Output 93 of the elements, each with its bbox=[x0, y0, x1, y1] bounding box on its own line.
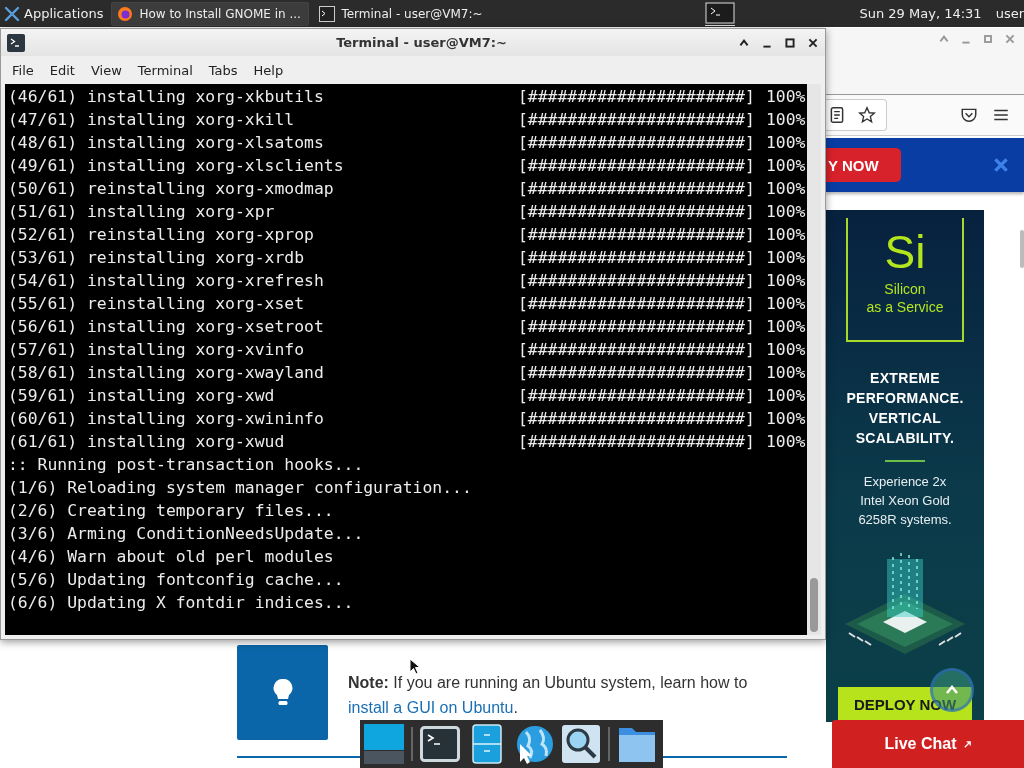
percent-text: 100% bbox=[766, 317, 806, 336]
progress-bar-text: [######################] bbox=[518, 409, 755, 428]
arrow-icon bbox=[962, 739, 972, 749]
output-line: (55/61) reinstalling xorg-xset bbox=[8, 294, 306, 313]
percent-text: 100% bbox=[766, 294, 806, 313]
deploy-now-button[interactable]: DEPLOY NOW bbox=[838, 687, 972, 721]
percent-text: 100% bbox=[766, 271, 806, 290]
percent-text: 100% bbox=[766, 409, 806, 428]
output-line: (54/61) installing xorg-xrefresh bbox=[8, 271, 325, 290]
reader-view-icon[interactable] bbox=[828, 106, 846, 124]
percent-text: 100% bbox=[766, 340, 806, 359]
progress-bar-text: [######################] bbox=[518, 202, 755, 221]
percent-text: 100% bbox=[766, 110, 806, 129]
terminal-icon[interactable] bbox=[705, 1, 736, 26]
maximize-icon[interactable] bbox=[784, 36, 796, 49]
applications-menu[interactable]: Applications bbox=[0, 0, 108, 27]
output-line: (61/61) installing xorg-xwud bbox=[8, 432, 286, 451]
globe-icon[interactable] bbox=[514, 724, 554, 764]
output-line: (47/61) installing xorg-xkill bbox=[8, 110, 296, 129]
progress-bar-text: [######################] bbox=[518, 386, 755, 405]
output-line: (5/6) Updating fontconfig cache... bbox=[8, 570, 344, 589]
progress-bar-text: [######################] bbox=[518, 271, 755, 290]
percent-text: 100% bbox=[766, 386, 806, 405]
terminal-icon[interactable] bbox=[420, 724, 460, 764]
output-line: (60/61) installing xorg-xwininfo bbox=[8, 409, 325, 428]
terminal-icon bbox=[7, 33, 25, 52]
progress-bar-text: [######################] bbox=[518, 110, 755, 129]
applications-icon bbox=[4, 5, 20, 22]
menu-item[interactable]: Edit bbox=[41, 62, 83, 78]
percent-text: 100% bbox=[766, 87, 806, 106]
menu-item[interactable]: Tabs bbox=[200, 62, 246, 78]
percent-text: 100% bbox=[766, 432, 806, 451]
percent-text: 100% bbox=[766, 248, 806, 267]
close-icon[interactable] bbox=[807, 36, 819, 49]
url-bar[interactable] bbox=[826, 99, 887, 131]
percent-text: 100% bbox=[766, 202, 806, 221]
output-line: (2/6) Creating temporary files... bbox=[8, 501, 334, 520]
menu-item[interactable]: View bbox=[82, 62, 130, 78]
output-line: (53/61) reinstalling xorg-xrdb bbox=[8, 248, 306, 267]
clock[interactable]: Sun 29 May, 14:31 bbox=[859, 6, 982, 21]
progress-bar-text: [######################] bbox=[518, 248, 755, 267]
output-line: (56/61) installing xorg-xsetroot bbox=[8, 317, 325, 336]
percent-text: 100% bbox=[766, 156, 806, 175]
output-line: :: Running post-transaction hooks... bbox=[8, 455, 364, 474]
star-icon[interactable] bbox=[858, 106, 876, 124]
output-line: (3/6) Arming ConditionNeedsUpdate... bbox=[8, 524, 364, 543]
show-desktop-icon[interactable] bbox=[364, 724, 404, 764]
menu-item[interactable]: Terminal bbox=[129, 62, 201, 78]
user-name[interactable]: user bbox=[995, 6, 1024, 21]
browser-icon bbox=[117, 5, 134, 22]
pocket-icon[interactable] bbox=[960, 106, 978, 124]
progress-bar-text: [######################] bbox=[518, 225, 755, 244]
progress-bar-text: [######################] bbox=[518, 133, 755, 152]
menu-item[interactable]: File bbox=[4, 62, 42, 78]
window-title: Terminal - user@VM7:~ bbox=[335, 35, 508, 50]
output-line: (52/61) reinstalling xorg-xprop bbox=[8, 225, 315, 244]
output-line: (1/6) Reloading system manager configuration... bbox=[8, 478, 472, 497]
output-line: (48/61) installing xorg-xlsatoms bbox=[8, 133, 325, 152]
scrollbar-thumb[interactable] bbox=[810, 578, 818, 632]
output-line: (57/61) installing xorg-xvinfo bbox=[8, 340, 306, 359]
output-line: (59/61) installing xorg-xwd bbox=[8, 386, 276, 405]
search-icon[interactable] bbox=[561, 724, 601, 764]
output-line: (46/61) installing xorg-xkbutils bbox=[8, 87, 325, 106]
percent-text: 100% bbox=[766, 133, 806, 152]
progress-bar-text: [######################] bbox=[518, 317, 755, 336]
ad-headline: EXTREME PERFORMANCE. VERTICAL SCALABILITY. bbox=[846, 369, 964, 448]
progress-bar-text: [######################] bbox=[518, 340, 755, 359]
progress-bar-text: [######################] bbox=[518, 87, 755, 106]
progress-bar-text: [######################] bbox=[518, 156, 755, 175]
progress-bar-text: [######################] bbox=[518, 432, 755, 451]
output-line: (4/6) Warn about old perl modules bbox=[8, 547, 334, 566]
output-line: (49/61) installing xorg-xlsclients bbox=[8, 156, 345, 175]
terminal-icon bbox=[319, 5, 336, 22]
buy-now-button[interactable]: Y NOW bbox=[826, 148, 901, 182]
percent-text: 100% bbox=[766, 225, 806, 244]
output-line: (51/61) installing xorg-xpr bbox=[8, 202, 276, 221]
progress-bar-text: [######################] bbox=[518, 179, 755, 198]
scrollbar-thumb[interactable] bbox=[1020, 230, 1024, 268]
live-chat-button[interactable]: Live Chat bbox=[832, 720, 1024, 768]
ad-text: Experience 2x Intel Xeon Gold 6258R systems. bbox=[858, 473, 952, 529]
install-gui-link[interactable]: install a GUI on Ubuntu bbox=[348, 699, 514, 716]
task-button[interactable]: How to Install GNOME in ... bbox=[111, 1, 310, 26]
menu-item[interactable]: Help bbox=[245, 62, 292, 78]
cursor-icon bbox=[409, 658, 421, 676]
progress-bar-text: [######################] bbox=[518, 294, 755, 313]
progress-bar-text: [######################] bbox=[518, 363, 755, 382]
output-line: (6/6) Updating X fontdir indices... bbox=[8, 593, 354, 612]
tagline: Silicon as a Service bbox=[866, 280, 944, 316]
percent-text: 100% bbox=[766, 363, 806, 382]
output-line: (50/61) reinstalling xorg-xmodmap bbox=[8, 179, 335, 198]
output-line: (58/61) installing xorg-xwayland bbox=[8, 363, 325, 382]
logo-text: Si bbox=[884, 225, 926, 280]
percent-text: 100% bbox=[766, 179, 806, 198]
